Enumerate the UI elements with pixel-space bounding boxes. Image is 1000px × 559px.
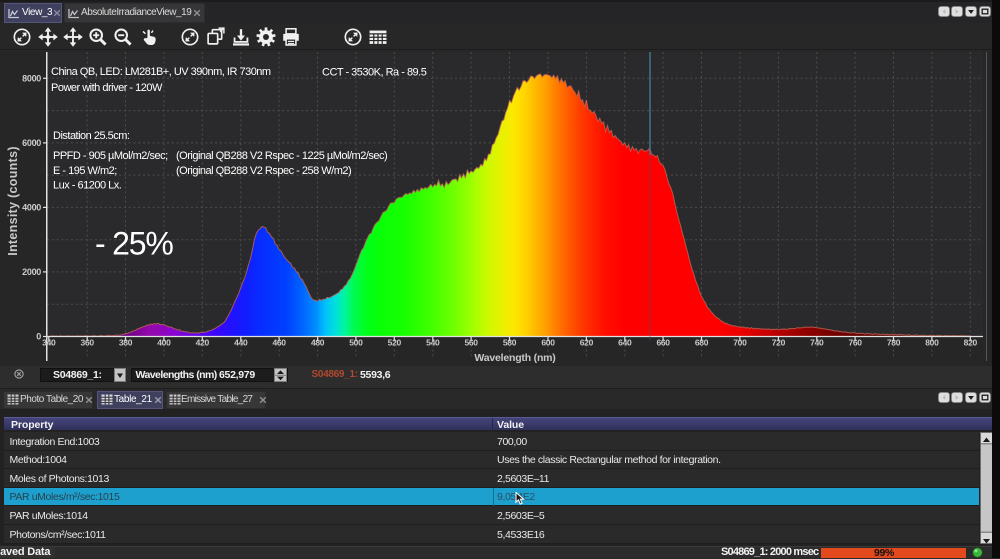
svg-text:CCT - 3530K, Ra - 89.5: CCT - 3530K, Ra - 89.5 [322, 67, 427, 79]
svg-text:Distation 25.5cm:: Distation 25.5cm: [53, 130, 130, 142]
svg-text:500: 500 [349, 338, 363, 348]
svg-text:360: 360 [81, 338, 95, 348]
svg-text:8000: 8000 [22, 74, 41, 84]
svg-text:800: 800 [925, 338, 939, 348]
svg-text:460: 460 [272, 338, 286, 348]
svg-text:480: 480 [311, 338, 325, 348]
svg-text:- 25%: - 25% [95, 226, 173, 262]
svg-text:(Original QB288 V2 Rspec - 258: (Original QB288 V2 Rspec - 258 W/m2) [176, 165, 351, 177]
svg-text:2000: 2000 [22, 267, 41, 277]
svg-text:Power with driver - 120W: Power with driver - 120W [51, 82, 163, 94]
svg-text:6000: 6000 [22, 138, 41, 148]
svg-text:560: 560 [464, 338, 478, 348]
svg-text:Lux - 61200 Lx.: Lux - 61200 Lx. [53, 180, 122, 192]
svg-text:440: 440 [234, 338, 248, 348]
svg-text:China QB, LED: LM281B+, UV 390: China QB, LED: LM281B+, UV 390nm, IR 730… [51, 66, 271, 78]
svg-text:680: 680 [695, 338, 709, 348]
svg-text:620: 620 [580, 338, 594, 348]
svg-text:340: 340 [42, 338, 56, 348]
svg-text:420: 420 [196, 338, 210, 348]
svg-text:720: 720 [772, 338, 786, 348]
svg-text:640: 640 [618, 338, 632, 348]
svg-text:0: 0 [36, 332, 41, 342]
svg-text:Intensity (counts): Intensity (counts) [6, 146, 20, 256]
svg-text:740: 740 [810, 338, 824, 348]
svg-text:580: 580 [503, 338, 517, 348]
svg-text:(Original QB288 V2 Rspec - 122: (Original QB288 V2 Rspec - 1225 µMol/m2/… [176, 150, 387, 162]
svg-text:700: 700 [733, 338, 747, 348]
svg-text:Wavelength (nm): Wavelength (nm) [474, 352, 555, 364]
svg-text:660: 660 [656, 338, 670, 348]
svg-text:820: 820 [964, 338, 978, 348]
svg-text:540: 540 [426, 338, 440, 348]
svg-text:600: 600 [541, 338, 555, 348]
svg-text:760: 760 [848, 338, 862, 348]
svg-text:780: 780 [887, 338, 901, 348]
svg-text:380: 380 [119, 338, 133, 348]
svg-text:PPFD - 905 µMol/m2/sec;: PPFD - 905 µMol/m2/sec; [53, 150, 168, 162]
svg-text:520: 520 [388, 338, 402, 348]
svg-text:4000: 4000 [22, 203, 41, 213]
svg-text:400: 400 [157, 338, 171, 348]
svg-text:E - 195 W/m2;: E - 195 W/m2; [53, 165, 117, 177]
